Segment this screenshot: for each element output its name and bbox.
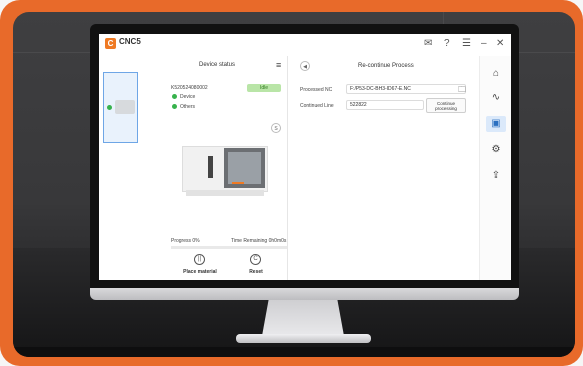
desk-edge	[13, 347, 575, 357]
reset-icon: C	[250, 254, 261, 265]
monitor-stand-base	[236, 334, 371, 343]
panel-title: Device status	[199, 62, 236, 68]
continued-line-label: Continued Line	[300, 103, 334, 109]
monitor-stand	[262, 300, 344, 336]
home-icon[interactable]: ⌂	[486, 66, 506, 82]
processed-nc-field[interactable]: F:/P53-DC-BH3-ID67-E.NC	[346, 84, 466, 94]
upload-icon[interactable]: ⇪	[486, 168, 506, 184]
status-badge: Idle	[247, 84, 281, 92]
time-remaining: Time Remaining 0h0m0s	[231, 238, 287, 244]
folder-icon[interactable]: 🗀	[458, 84, 466, 98]
close-icon[interactable]: ✕	[496, 37, 504, 51]
app-logo-text: CNC5	[119, 37, 141, 46]
settings-icon[interactable]: ⚙	[486, 142, 506, 158]
app-logo-icon: C	[105, 38, 116, 49]
device-id: K520524080002	[171, 85, 208, 91]
progress-bar	[171, 246, 287, 249]
device-status-dot	[172, 94, 177, 99]
reset-label: Reset	[249, 269, 263, 275]
machine-accent	[232, 182, 244, 184]
minimize-icon[interactable]: –	[481, 37, 487, 51]
others-status-label: Others	[180, 104, 196, 110]
machine-base	[186, 190, 264, 196]
process-title: Re-continue Process	[358, 63, 414, 69]
continued-line-field[interactable]: 522822	[346, 100, 424, 110]
reset-button[interactable]: C Reset	[231, 252, 286, 278]
machine-image	[182, 138, 268, 198]
machine-window	[228, 152, 261, 184]
title-bar: C CNC5 ✉ ? ☰ – ✕	[99, 34, 511, 56]
continue-processing-button[interactable]: Continue processing	[426, 98, 466, 113]
menu-icon[interactable]: ☰	[462, 37, 471, 51]
info-button[interactable]: S	[271, 123, 281, 133]
others-status-dot	[172, 104, 177, 109]
re-continue-icon[interactable]: ▣	[486, 116, 506, 132]
progress-label: Progress 0%	[171, 238, 200, 244]
device-status-panel: Device status ≡ K520524080002 Idle Devic…	[99, 56, 288, 280]
monitor-chin	[90, 288, 519, 300]
machine-strip	[208, 156, 213, 178]
place-material-icon: ||	[194, 254, 205, 265]
re-continue-panel: ◀ Re-continue Process Processed NC F:/P5…	[288, 56, 478, 280]
place-material-label: Place material	[183, 269, 217, 275]
device-tab[interactable]	[103, 72, 138, 143]
panel-menu-icon[interactable]: ≡	[276, 60, 281, 70]
device-online-dot	[107, 105, 112, 110]
waveform-icon[interactable]: ∿	[486, 90, 506, 106]
processed-nc-label: Processed NC	[300, 87, 333, 93]
app-screen: C CNC5 ✉ ? ☰ – ✕ Device status ≡ K520524…	[99, 34, 511, 280]
device-status-label: Device	[180, 94, 196, 100]
message-icon[interactable]: ✉	[424, 37, 432, 51]
help-icon[interactable]: ?	[444, 37, 450, 51]
device-thumbnail	[115, 100, 135, 114]
right-sidebar: ⌂ ∿ ▣ ⚙ ⇪	[479, 56, 511, 280]
place-material-button[interactable]: || Place material	[175, 252, 230, 278]
back-button[interactable]: ◀	[300, 61, 310, 71]
